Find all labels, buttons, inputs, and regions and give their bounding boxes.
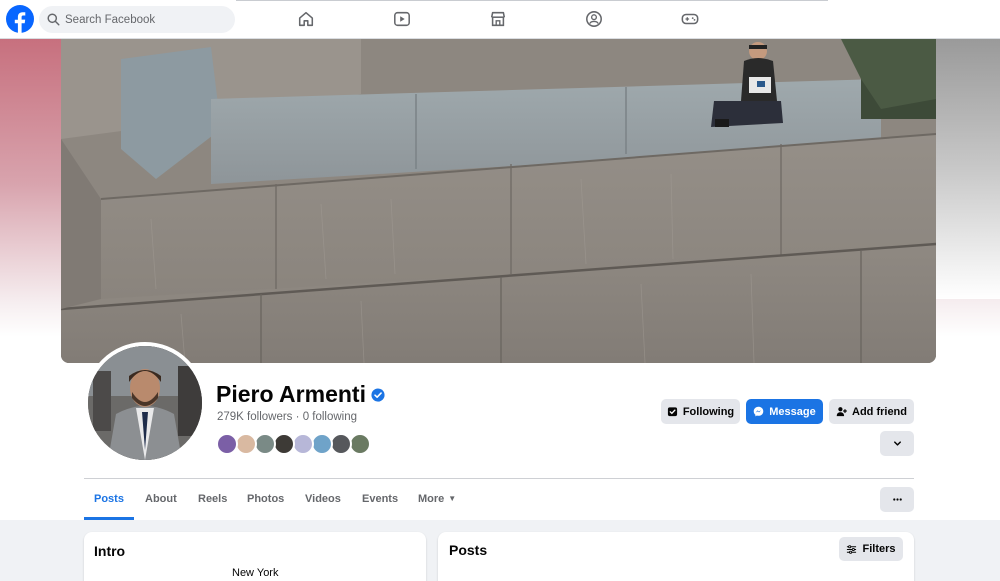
add-friend-button[interactable]: Add friend [829,399,914,424]
more-options-button[interactable] [880,487,914,512]
search-input[interactable]: Search Facebook [39,6,235,33]
tab-events[interactable]: Events [362,493,398,505]
intro-title: Intro [94,543,126,559]
tab-photos[interactable]: Photos [247,493,284,505]
friend-avatar[interactable] [292,433,314,455]
tab-posts[interactable]: Posts [94,493,124,505]
profile-avatar-image [88,346,202,460]
cover-backdrop-right [936,39,1000,299]
friend-avatar[interactable] [216,433,238,455]
following-check-icon [667,407,677,417]
profile-avatar[interactable] [84,342,206,464]
following-label: Following [682,405,735,418]
caret-down-icon: ▼ [448,494,457,503]
search-placeholder: Search Facebook [65,13,156,26]
friend-avatar[interactable] [273,433,295,455]
friend-avatar[interactable] [330,433,352,455]
tab-videos[interactable]: Videos [305,493,341,505]
topbar-divider [236,0,828,1]
filters-button[interactable]: Filters [839,537,903,561]
followers-count[interactable]: 279K followers [217,411,292,423]
search-icon [47,13,60,26]
add-friend-label: Add friend [852,405,907,418]
message-button[interactable]: Message [746,399,823,424]
chevron-down-icon [893,441,901,446]
profile-name: Piero Armenti [216,381,385,408]
friend-avatar[interactable] [311,433,333,455]
top-navigation-bar: Search Facebook [0,0,1000,39]
gaming-icon[interactable] [681,10,699,28]
posts-card: Posts Filters [438,532,914,581]
expand-profile-button[interactable] [880,431,914,456]
filters-label: Filters [862,543,896,555]
intro-location: New York [232,567,279,579]
tab-reels[interactable]: Reels [198,493,227,505]
marketplace-icon[interactable] [489,10,507,28]
facebook-logo-icon[interactable] [6,5,34,33]
groups-icon[interactable] [585,10,603,28]
friend-avatar[interactable] [254,433,276,455]
dot-separator: · [295,411,300,423]
cover-photo-image [61,39,936,363]
active-tab-indicator [84,517,134,520]
messenger-icon [753,406,764,417]
tab-more[interactable]: More ▼ [418,493,456,505]
cover-photo[interactable] [61,39,936,363]
profile-name-text: Piero Armenti [216,381,366,407]
following-count[interactable]: 0 following [303,411,357,423]
video-icon[interactable] [393,10,411,28]
posts-title: Posts [449,542,488,558]
profile-divider [84,478,914,479]
friend-avatar[interactable] [235,433,257,455]
ellipsis-icon [892,498,902,501]
tab-more-label: More [418,493,445,505]
friend-avatar[interactable] [349,433,371,455]
message-label: Message [769,405,816,418]
follow-counts: 279K followers · 0 following [217,411,357,423]
add-friend-icon [836,407,847,417]
following-button[interactable]: Following [661,399,740,424]
home-icon[interactable] [297,10,315,28]
tab-about[interactable]: About [145,493,177,505]
filters-icon [847,544,857,554]
verified-badge-icon [371,387,385,402]
intro-card: Intro New York [84,532,426,581]
